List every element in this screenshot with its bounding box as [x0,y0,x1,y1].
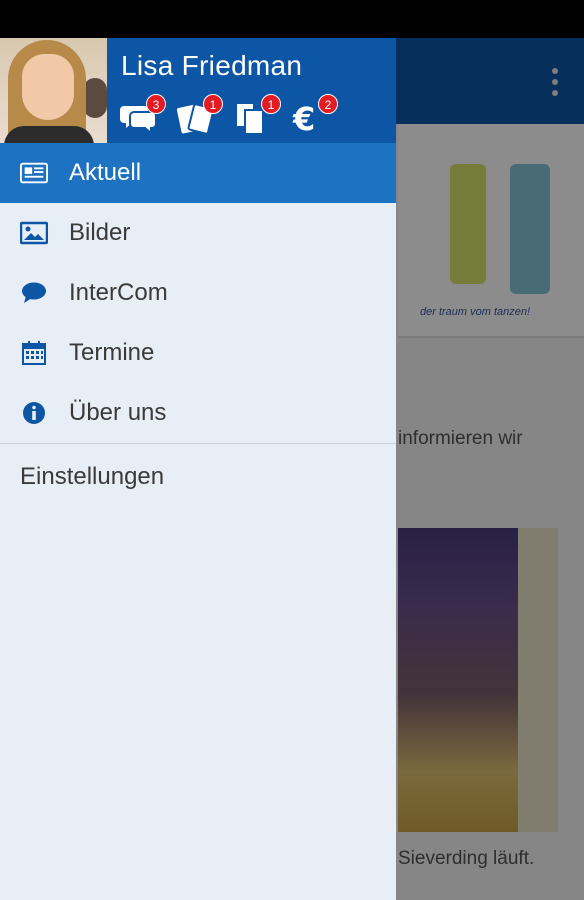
payments-stat[interactable]: € 2 [292,94,338,136]
payments-badge: 2 [318,94,338,114]
documents-stat[interactable]: 1 [235,94,281,136]
messages-badge: 3 [146,94,166,114]
user-name: Lisa Friedman [121,50,303,81]
drawer-header: Lisa Friedman 3 1 1 € 2 [0,38,396,143]
settings-item[interactable]: Einstellungen [20,463,164,491]
status-bar [0,0,584,38]
menu-divider [0,443,396,444]
documents-badge: 1 [261,94,281,114]
avatar[interactable] [0,38,107,143]
menu-item-ueber-uns[interactable]: Über uns [0,383,396,443]
image-icon [20,220,48,246]
menu-item-label: Bilder [69,219,131,246]
newspaper-icon [20,160,48,186]
menu-item-label: InterCom [69,279,168,306]
menu-item-bilder[interactable]: Bilder [0,203,396,263]
navigation-drawer: Lisa Friedman 3 1 1 € 2 Aktuell Bilder I… [0,38,396,900]
menu-item-intercom[interactable]: InterCom [0,263,396,323]
calendar-icon [20,340,48,366]
menu-item-label: Aktuell [69,159,142,186]
menu-item-termine[interactable]: Termine [0,323,396,383]
menu-item-label: Termine [69,339,155,366]
info-icon [20,400,48,426]
menu-item-label: Über uns [69,399,167,426]
speech-bubble-icon [20,280,48,306]
svg-text:€: € [292,100,315,134]
tickets-badge: 1 [203,94,223,114]
drawer-menu: Aktuell Bilder InterCom Termine Über uns [0,143,396,443]
messages-stat[interactable]: 3 [120,94,166,136]
menu-item-aktuell[interactable]: Aktuell [0,143,396,203]
tickets-stat[interactable]: 1 [177,94,223,136]
